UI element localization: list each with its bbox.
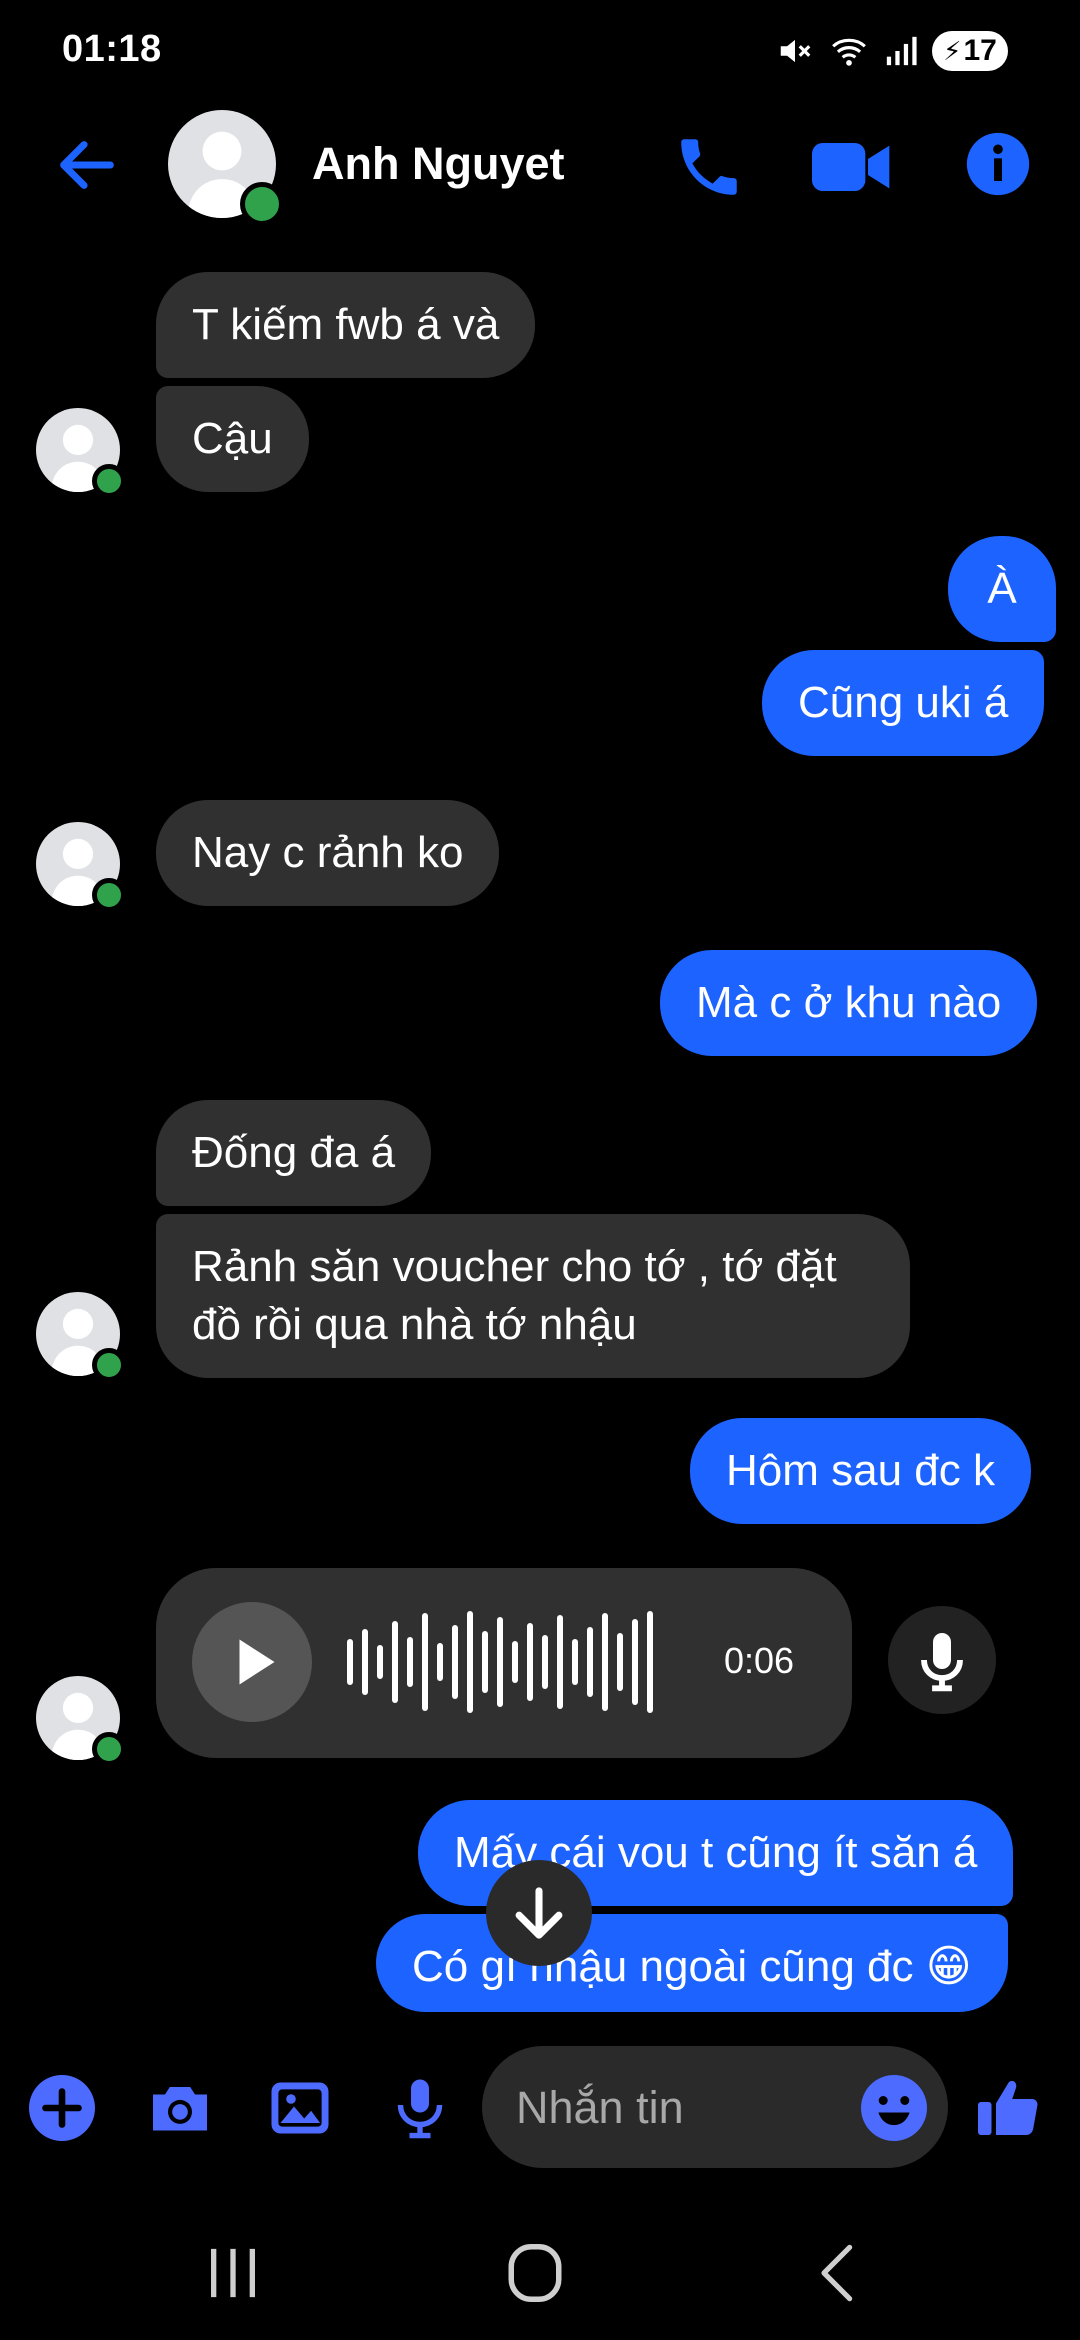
online-indicator [92, 1732, 126, 1766]
battery-level: 17 [963, 34, 997, 67]
scroll-to-bottom-button[interactable] [486, 1860, 592, 1966]
home-icon[interactable] [504, 2238, 566, 2308]
back-arrow-icon[interactable] [52, 130, 122, 200]
status-time: 01:18 [62, 28, 162, 70]
message-outgoing[interactable]: Cũng uki á [762, 650, 1045, 756]
play-button[interactable] [192, 1602, 312, 1722]
plus-icon[interactable] [26, 2072, 98, 2144]
online-indicator [92, 464, 126, 498]
voice-transcribe-button[interactable] [888, 1606, 996, 1714]
message-input-placeholder: Nhắn tin [516, 2082, 684, 2133]
mute-icon [780, 39, 811, 63]
signal-icon [886, 36, 917, 66]
info-icon[interactable] [964, 130, 1032, 198]
message-outgoing[interactable]: Hôm sau đc k [690, 1418, 1031, 1524]
online-indicator [240, 182, 284, 226]
microphone-icon[interactable] [384, 2072, 456, 2144]
camera-icon[interactable] [144, 2072, 216, 2144]
battery-indicator: ⚡ 17 [932, 31, 1008, 71]
wifi-icon [832, 38, 866, 66]
message-incoming[interactable]: Cậu [156, 386, 309, 492]
emoji-icon[interactable] [858, 2072, 930, 2144]
status-icons: ⚡ 17 [776, 30, 1008, 72]
phone-icon[interactable] [672, 130, 746, 204]
thumbs-up-icon[interactable] [972, 2072, 1044, 2144]
waveform [347, 1611, 653, 1713]
message-outgoing[interactable]: Mà c ở khu nào [660, 950, 1038, 1056]
back-nav-icon[interactable] [810, 2238, 866, 2308]
online-indicator [92, 1348, 126, 1382]
message-incoming[interactable]: Đống đa á [156, 1100, 432, 1206]
message-incoming[interactable]: Nay c rảnh ko [156, 800, 500, 906]
play-icon [239, 1639, 275, 1685]
contact-name[interactable]: Anh Nguyet [312, 138, 565, 190]
voice-duration: 0:06 [724, 1640, 795, 1681]
charging-icon: ⚡ [943, 35, 962, 66]
recent-apps-icon[interactable] [204, 2238, 262, 2308]
message-incoming[interactable]: T kiếm fwb á và [156, 272, 536, 378]
message-incoming[interactable]: Rảnh săn voucher cho tớ , tớ đặt đồ rồi … [156, 1214, 910, 1378]
message-outgoing[interactable]: À [948, 536, 1056, 642]
message-outgoing[interactable]: Có gì nhậu ngoài cũng đc 😁 [376, 1914, 1008, 2012]
online-indicator [92, 878, 126, 912]
video-camera-icon[interactable] [812, 135, 892, 199]
microphone-icon [921, 1633, 963, 1692]
arrow-down-icon [515, 1887, 563, 1939]
image-icon[interactable] [264, 2072, 336, 2144]
